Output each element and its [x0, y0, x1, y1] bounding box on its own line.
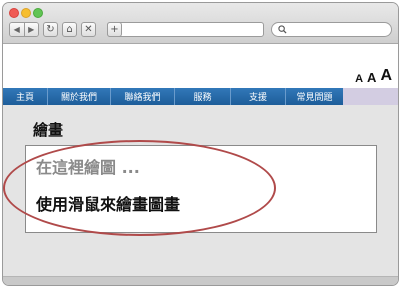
home-button[interactable]: ⌂	[62, 22, 77, 37]
nav-item-services[interactable]: 服務	[175, 88, 231, 105]
browser-toolbar: ◀ ▶ ↻ ⌂ ✕ +	[3, 3, 398, 44]
font-size-large-button[interactable]: A	[380, 67, 392, 85]
home-icon: ⌂	[66, 23, 73, 35]
back-button[interactable]: ◀	[10, 23, 24, 36]
main-nav: 主頁 關於我們 聯絡我們 服務 支援 常見問題	[3, 88, 398, 105]
back-forward-control: ◀ ▶	[9, 22, 39, 37]
page-content: 繪畫 在這裡繪圖 ... 使用滑鼠來繪畫圖畫	[3, 105, 398, 277]
drawing-canvas[interactable]: 在這裡繪圖 ... 使用滑鼠來繪畫圖畫	[25, 145, 377, 233]
reload-button[interactable]: ↻	[43, 22, 58, 37]
maximize-window-button[interactable]	[33, 8, 43, 18]
reload-icon: ↻	[46, 23, 55, 35]
plus-icon: +	[110, 23, 119, 35]
back-arrow-icon: ◀	[13, 25, 20, 34]
canvas-instruction: 使用滑鼠來繪畫圖畫	[36, 195, 181, 214]
nav-item-home[interactable]: 主頁	[3, 88, 48, 105]
nav-item-faq[interactable]: 常見問題	[286, 88, 343, 105]
stop-button[interactable]: ✕	[81, 22, 96, 37]
address-bar[interactable]: +	[107, 22, 264, 37]
nav-bar: 主頁 關於我們 聯絡我們 服務 支援 常見問題	[3, 88, 343, 105]
close-icon: ✕	[84, 23, 93, 35]
nav-item-about[interactable]: 關於我們	[48, 88, 111, 105]
font-size-medium-button[interactable]: A	[367, 70, 376, 85]
forward-arrow-icon: ▶	[28, 25, 35, 34]
add-tab-button[interactable]: +	[107, 22, 122, 37]
search-icon	[278, 25, 287, 34]
nav-item-contact[interactable]: 聯絡我們	[111, 88, 175, 105]
browser-window: ◀ ▶ ↻ ⌂ ✕ + A A A 主頁 關於我們 聯絡我們 服務 支援 常見問…	[2, 2, 399, 286]
font-size-small-button[interactable]: A	[355, 73, 363, 85]
forward-button[interactable]: ▶	[23, 23, 38, 36]
nav-item-support[interactable]: 支援	[231, 88, 286, 105]
page-title: 繪畫	[33, 121, 64, 139]
canvas-placeholder: 在這裡繪圖 ...	[36, 158, 140, 177]
close-window-button[interactable]	[9, 8, 19, 18]
minimize-window-button[interactable]	[21, 8, 31, 18]
search-bar[interactable]	[271, 22, 392, 37]
site-header: A A A	[3, 44, 398, 88]
browser-status-bar	[3, 276, 398, 285]
font-size-controls: A A A	[355, 67, 392, 85]
